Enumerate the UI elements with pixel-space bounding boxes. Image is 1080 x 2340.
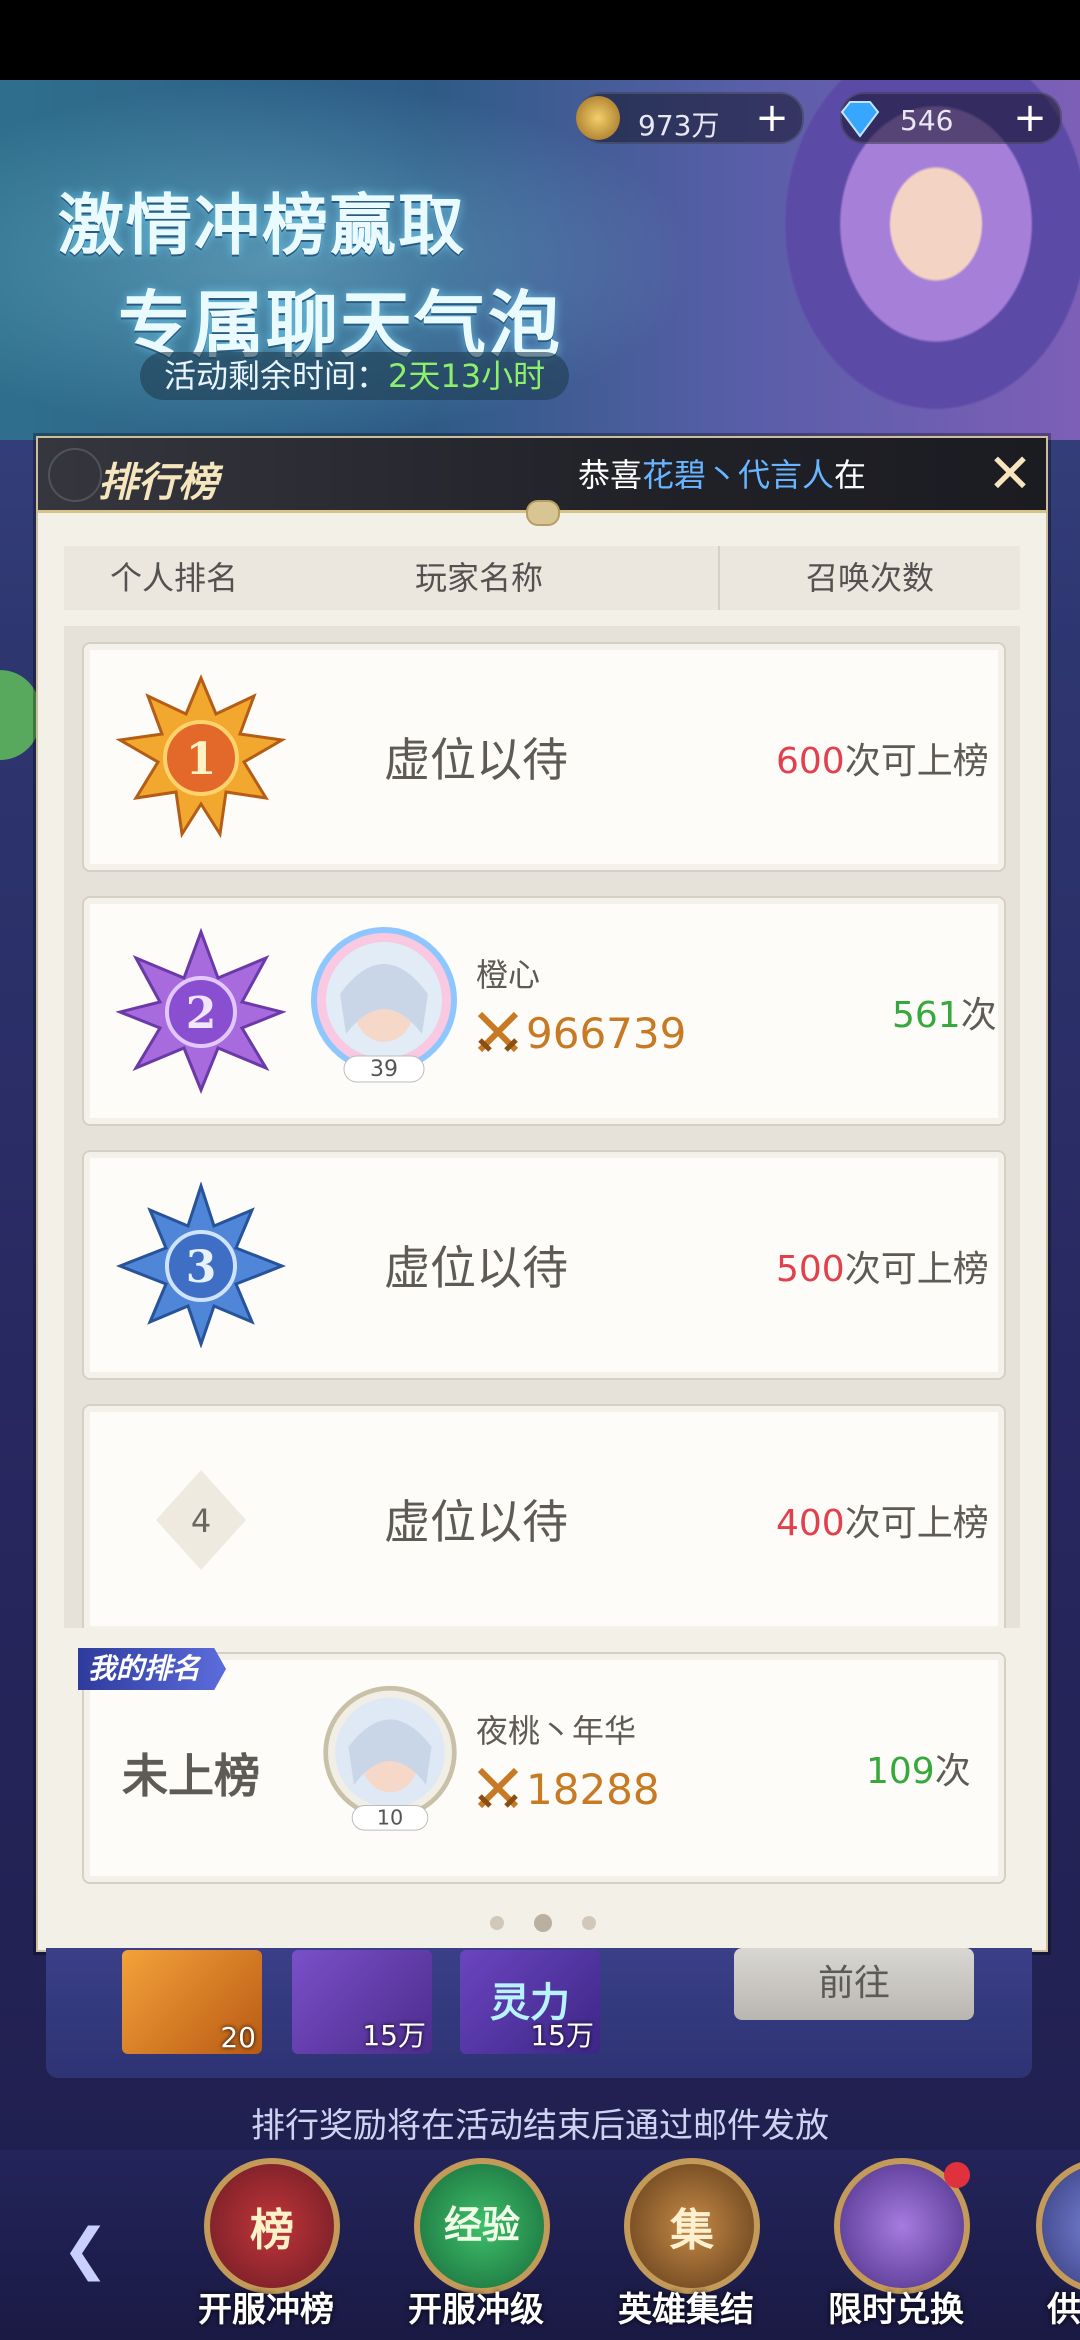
my-rank-status: 未上榜 xyxy=(122,1749,260,1803)
tab-hero-gather[interactable]: 集 英雄集结 xyxy=(586,2158,786,2340)
marquee-prefix: 恭喜 xyxy=(578,456,643,494)
gem-currency[interactable]: 546 + xyxy=(840,92,1062,144)
mail-note: 排行奖励将在活动结束后通过邮件发放 xyxy=(251,2106,829,2146)
rank-row-1[interactable]: 1 虚位以待 600次可上榜 xyxy=(82,642,1006,872)
my-rank-card[interactable]: 我的排名 未上榜 10 夜桃丶年华 18288 109次 xyxy=(78,1648,1006,1884)
timer-value: 2天13小时 xyxy=(388,357,546,395)
close-icon[interactable]: ✕ xyxy=(982,446,1038,502)
add-gold-icon[interactable]: + xyxy=(750,96,794,140)
player-name: 橙心 xyxy=(476,956,541,994)
my-level: 10 xyxy=(377,1805,403,1829)
rank-row-2[interactable]: 2 39 橙心 966739 561次 xyxy=(82,896,1006,1126)
crossed-swords-icon xyxy=(477,1767,519,1809)
notification-dot xyxy=(944,2162,970,2188)
my-rank-tag: 我的排名 xyxy=(78,1648,227,1690)
goto-button[interactable]: 前往 xyxy=(734,1948,974,2020)
reward-count: 20 xyxy=(220,2021,256,2054)
tab-label: 英雄集结 xyxy=(618,2290,754,2330)
my-power-value: 18288 xyxy=(526,1765,660,1814)
col-player: 玩家名称 xyxy=(414,559,543,597)
reward-item-3[interactable]: 灵力 15万 xyxy=(460,1950,600,2054)
column-header: 个人排名 玩家名称 召唤次数 xyxy=(64,546,1020,610)
my-avatar[interactable]: 10 xyxy=(320,1680,460,1844)
tab-icon xyxy=(1036,2158,1080,2294)
rank-row-3[interactable]: 3 虚位以待 500次可上榜 xyxy=(82,1150,1006,1380)
event-timer: 活动剩余时间：2天13小时 xyxy=(140,352,570,400)
tab-limited-exchange[interactable]: 限时兑换 xyxy=(796,2158,996,2340)
combat-power: 966739 xyxy=(476,1008,686,1060)
gold-value: 973万 xyxy=(638,109,720,142)
tab-label: 开服冲级 xyxy=(408,2290,544,2330)
timer-label: 活动剩余时间： xyxy=(164,357,389,395)
player-name: 虚位以待 xyxy=(384,733,568,787)
panel-title: 排行榜 xyxy=(98,460,218,506)
back-arrow-icon[interactable]: ❮ xyxy=(62,2220,132,2280)
rank-row-4[interactable]: 4 虚位以待 400次可上榜 xyxy=(82,1404,1006,1628)
reward-item-2[interactable]: 15万 xyxy=(292,1950,432,2054)
reward-count: 15万 xyxy=(362,2019,426,2052)
bronze-blue-medal-icon: 3 xyxy=(116,1182,286,1348)
player-name: 虚位以待 xyxy=(384,1241,568,1295)
my-player-name: 夜桃丶年华 xyxy=(476,1712,637,1750)
player-avatar[interactable]: 39 xyxy=(310,924,458,1088)
col-rank: 个人排名 xyxy=(109,559,238,597)
summon-count: 561次 xyxy=(892,995,997,1036)
add-gem-icon[interactable]: + xyxy=(1008,96,1052,140)
tab-label: 限时兑换 xyxy=(828,2290,964,2330)
my-summon-count: 109次 xyxy=(866,1751,971,1792)
rank-number: 4 xyxy=(191,1502,211,1540)
silver-purple-medal-icon: 2 xyxy=(116,928,286,1094)
diamond-icon xyxy=(840,101,880,138)
tab-glyph: 集 xyxy=(670,2205,714,2256)
page-indicator xyxy=(490,1912,600,1936)
reward-item-1[interactable]: 20 xyxy=(122,1950,262,2054)
medal-number: 1 xyxy=(186,734,217,785)
gold-medal-icon: 1 xyxy=(116,674,286,839)
requirement: 500次可上榜 xyxy=(776,1249,989,1290)
player-name: 虚位以待 xyxy=(384,1495,568,1549)
marquee-suffix: 在 xyxy=(834,456,867,494)
gem-value: 546 xyxy=(900,104,954,137)
requirement: 400次可上榜 xyxy=(776,1503,989,1544)
tab-glyph: 榜 xyxy=(250,2205,294,2256)
status-bar xyxy=(0,0,1080,80)
tab-partial[interactable]: 供 xyxy=(1006,2158,1080,2340)
rank-diamond-icon: 4 xyxy=(156,1470,246,1570)
title-ornament xyxy=(526,500,560,526)
my-combat-power: 18288 xyxy=(476,1764,660,1816)
requirement: 600次可上榜 xyxy=(776,741,989,782)
tab-server-rank[interactable]: 榜 开服冲榜 xyxy=(166,2158,366,2340)
title-emblem-icon xyxy=(48,448,102,502)
tab-label: 开服冲榜 xyxy=(198,2290,334,2330)
crossed-swords-icon xyxy=(477,1011,519,1053)
coin-icon xyxy=(576,96,620,140)
player-level: 39 xyxy=(370,1057,398,1082)
announcement-marquee: 恭喜花碧丶代言人在 xyxy=(578,450,942,500)
tab-glyph: 经验 xyxy=(443,2203,520,2247)
reward-count: 15万 xyxy=(530,2019,594,2052)
tab-label: 供 xyxy=(1047,2290,1080,2330)
leaderboard-panel: 排行榜 恭喜花碧丶代言人在 ✕ 个人排名 玩家名称 召唤次数 1 虚位以待 60… xyxy=(36,436,1048,1952)
ranking-list[interactable]: 1 虚位以待 600次可上榜 2 39 橙心 966739 561次 3 虚位以… xyxy=(64,626,1020,1628)
tab-server-level[interactable]: 经验 开服冲级 xyxy=(376,2158,576,2340)
power-value: 966739 xyxy=(526,1009,687,1058)
col-count: 召唤次数 xyxy=(805,559,934,597)
gold-currency[interactable]: 973万 + xyxy=(576,92,804,144)
medal-number: 2 xyxy=(186,988,217,1039)
marquee-player: 花碧丶代言人 xyxy=(642,456,835,494)
banner-title-line1: 激情冲榜赢取 xyxy=(58,187,466,264)
screen: 973万 + 546 + 激情冲榜赢取 专属聊天气泡 活动剩余时间：2天13小时… xyxy=(0,0,1080,2340)
medal-number: 3 xyxy=(186,1242,217,1293)
